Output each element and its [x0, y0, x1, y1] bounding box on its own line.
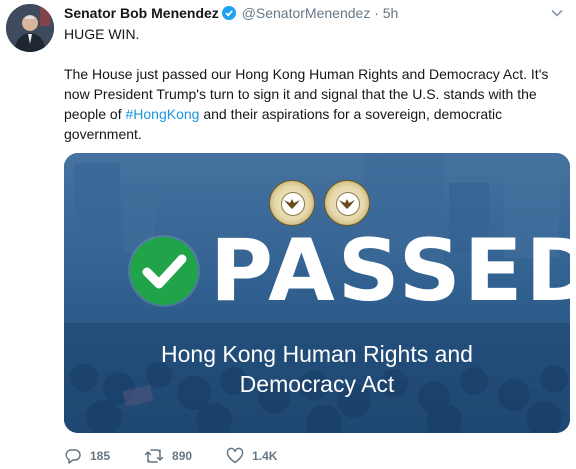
card-subtitle: Hong Kong Human Rights and Democracy Act	[64, 339, 570, 399]
like-icon	[226, 447, 244, 464]
tweet-actions: 185 890 1.4K	[64, 446, 311, 466]
house-seal-icon	[269, 180, 315, 226]
media-card[interactable]: PASSED Hong Kong Human Rights and Democr…	[64, 153, 570, 433]
avatar[interactable]	[6, 4, 54, 52]
timestamp[interactable]: 5h	[383, 5, 399, 21]
retweet-count: 890	[172, 449, 193, 463]
headline-passed: PASSED	[210, 221, 570, 321]
separator: ·	[374, 5, 379, 21]
subtitle-line-1: Hong Kong Human Rights and	[161, 341, 473, 367]
reply-button[interactable]: 185	[64, 447, 110, 465]
reply-icon	[65, 449, 81, 464]
checkmark-icon	[130, 237, 198, 305]
retweet-button[interactable]: 890	[144, 447, 192, 465]
like-button[interactable]: 1.4K	[226, 447, 277, 465]
chevron-down-icon[interactable]	[550, 6, 564, 20]
senate-seal-icon	[324, 180, 370, 226]
tweet-text: HUGE WIN. The House just passed our Hong…	[64, 24, 564, 144]
hashtag-link[interactable]: #HongKong	[126, 106, 200, 122]
congressional-seals	[269, 180, 370, 226]
author-handle[interactable]: @SenatorMenendez	[242, 5, 371, 21]
reply-count: 185	[90, 449, 111, 463]
retweet-icon	[144, 449, 164, 463]
tweet-paragraph-2: The House just passed our Hong Kong Huma…	[64, 64, 564, 144]
author-name[interactable]: Senator Bob Menendez	[64, 5, 219, 21]
verified-icon	[221, 6, 236, 20]
tweet-header: Senator Bob Menendez @SenatorMenendez · …	[64, 4, 566, 24]
like-count: 1.4K	[252, 449, 278, 463]
tweet-line-1: HUGE WIN.	[64, 26, 140, 42]
subtitle-line-2: Democracy Act	[239, 371, 395, 397]
